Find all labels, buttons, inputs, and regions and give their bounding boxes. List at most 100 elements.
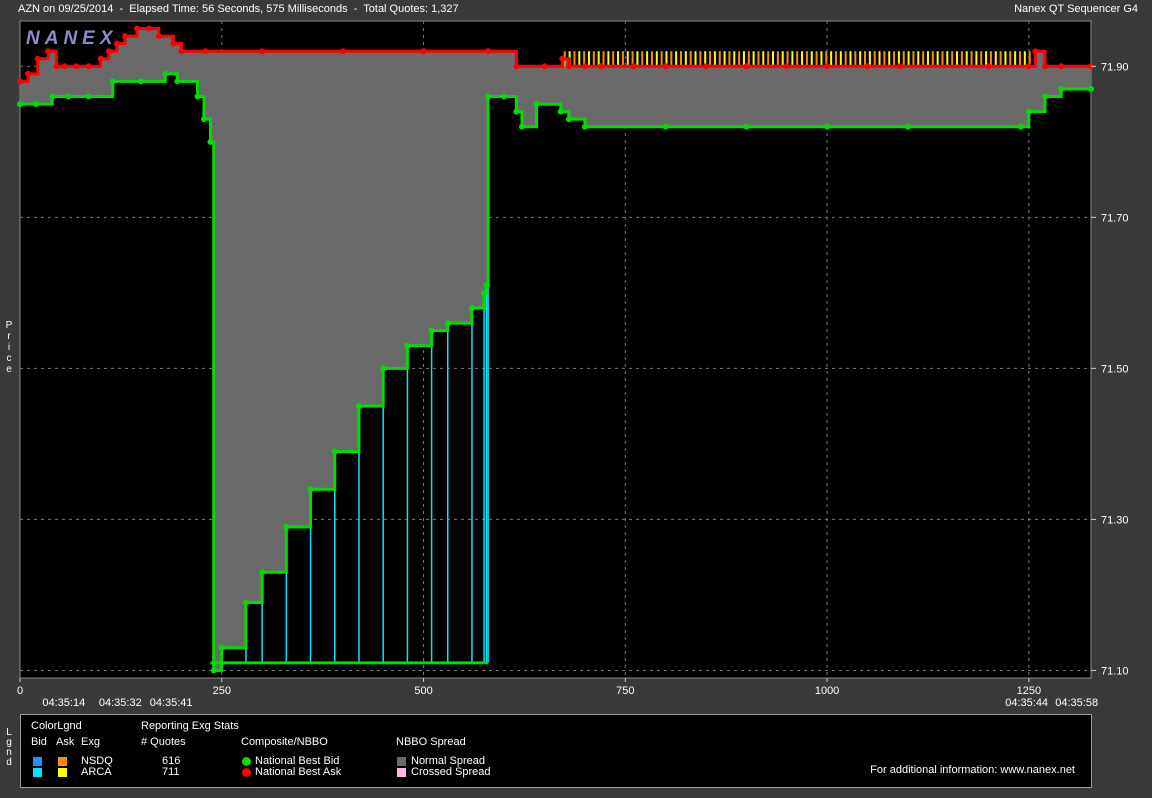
bid-point bbox=[242, 599, 249, 606]
ask-point bbox=[97, 55, 104, 62]
ask-point bbox=[178, 48, 185, 55]
ask-point bbox=[1041, 63, 1048, 70]
legend-crossed-spread: Crossed Spread bbox=[411, 766, 491, 778]
x-tick-label: 250 bbox=[213, 685, 231, 697]
bid-point bbox=[824, 123, 831, 130]
ask-point bbox=[743, 63, 750, 70]
bid-point bbox=[283, 523, 290, 530]
legend-reporting-title: Reporting Exg Stats bbox=[141, 720, 239, 732]
bid-point bbox=[468, 304, 475, 311]
ask-point bbox=[73, 63, 80, 70]
bid-point bbox=[65, 93, 72, 100]
bid-point bbox=[743, 123, 750, 130]
time-label: 04:35:41 bbox=[149, 697, 193, 709]
ask-point bbox=[513, 63, 520, 70]
ask-point bbox=[34, 55, 41, 62]
x-tick-label: 500 bbox=[414, 685, 432, 697]
ask-point bbox=[703, 63, 710, 70]
bid-point bbox=[109, 78, 116, 85]
bid-point bbox=[557, 108, 564, 115]
ask-point bbox=[824, 63, 831, 70]
legend-col-bid: Bid bbox=[31, 736, 47, 748]
ask-point bbox=[45, 48, 52, 55]
ask-point bbox=[53, 63, 60, 70]
bid-point bbox=[138, 78, 145, 85]
bid-point bbox=[162, 70, 169, 77]
legend-spread-title: NBBO Spread bbox=[396, 736, 466, 748]
bid-point bbox=[218, 644, 225, 651]
nsdq-ask-swatch bbox=[58, 757, 67, 766]
bid-point bbox=[581, 123, 588, 130]
bid-point bbox=[207, 138, 214, 145]
exchange-name: ARCA bbox=[81, 766, 112, 778]
bid-point bbox=[1017, 123, 1024, 130]
y-tick-label: 71.50 bbox=[1101, 363, 1129, 375]
bid-point bbox=[519, 123, 526, 130]
ask-point bbox=[598, 63, 605, 70]
ask-point bbox=[170, 40, 177, 47]
bid-point bbox=[1025, 108, 1032, 115]
bid-point bbox=[1088, 85, 1094, 92]
ask-point bbox=[896, 63, 903, 70]
ask-point bbox=[339, 48, 346, 55]
time-label: 04:35:14 bbox=[42, 697, 86, 709]
legend-col-exg: Exg bbox=[81, 736, 100, 748]
ask-point bbox=[662, 63, 669, 70]
ask-point bbox=[541, 63, 548, 70]
bid-point bbox=[331, 448, 338, 455]
y-tick-label: 71.90 bbox=[1101, 61, 1129, 73]
x-axis-ticks: 0 250 500 750 1000 1250 bbox=[17, 678, 1041, 697]
bid-point bbox=[565, 116, 572, 123]
bid-point bbox=[444, 320, 451, 327]
ask-point bbox=[146, 25, 153, 32]
bid-point bbox=[662, 123, 669, 130]
info-link-text[interactable]: For additional information: www.nanex.ne… bbox=[870, 764, 1075, 776]
bid-point bbox=[501, 93, 508, 100]
ask-point bbox=[565, 63, 572, 70]
ask-point bbox=[155, 33, 162, 40]
arca-bid-swatch bbox=[33, 768, 42, 777]
ask-point bbox=[783, 63, 790, 70]
ask-point bbox=[420, 48, 427, 55]
normal-spread-swatch bbox=[397, 757, 406, 766]
exchange-quote-count: 711 bbox=[162, 766, 180, 778]
ask-point bbox=[25, 70, 32, 77]
bid-point bbox=[259, 569, 266, 576]
ask-point bbox=[105, 48, 112, 55]
time-label: 04:35:32 bbox=[98, 697, 142, 709]
bid-point bbox=[49, 93, 56, 100]
ask-point bbox=[630, 63, 637, 70]
x-tick-label: 1250 bbox=[1017, 685, 1041, 697]
legend-quotes-header: # Quotes bbox=[141, 736, 186, 748]
bid-point bbox=[904, 123, 911, 130]
bid-point bbox=[404, 342, 411, 349]
best-ask-dot bbox=[242, 768, 251, 777]
y-tick-label: 71.70 bbox=[1101, 212, 1129, 224]
ask-point bbox=[85, 63, 92, 70]
bid-point bbox=[355, 403, 362, 410]
ask-point bbox=[61, 63, 68, 70]
bid-point bbox=[210, 667, 217, 674]
bid-point bbox=[194, 93, 201, 100]
bid-point bbox=[1041, 93, 1048, 100]
ask-point bbox=[134, 25, 141, 32]
crossed-spread-swatch bbox=[397, 768, 406, 777]
bid-point bbox=[513, 108, 520, 115]
bid-point bbox=[201, 116, 208, 123]
arca-ask-swatch bbox=[58, 768, 67, 777]
legend-side-label: Lgnd bbox=[6, 727, 12, 768]
x-tick-label: 1000 bbox=[815, 685, 839, 697]
ask-point bbox=[259, 48, 266, 55]
bid-point bbox=[307, 486, 314, 493]
y-tick-label: 71.30 bbox=[1101, 514, 1129, 526]
ask-point bbox=[1025, 63, 1032, 70]
bid-point bbox=[33, 101, 40, 108]
best-bid-dot bbox=[242, 757, 251, 766]
bid-point bbox=[533, 101, 540, 108]
legend-panel: ColorLgnd Bid Ask Exg NSDQ ARCA Reportin… bbox=[20, 714, 1092, 788]
bid-point bbox=[481, 289, 488, 296]
bid-point bbox=[485, 93, 492, 100]
x-tick-label: 0 bbox=[17, 685, 23, 697]
bid-point bbox=[174, 78, 181, 85]
legend-composite-title: Composite/NBBO bbox=[241, 736, 328, 748]
